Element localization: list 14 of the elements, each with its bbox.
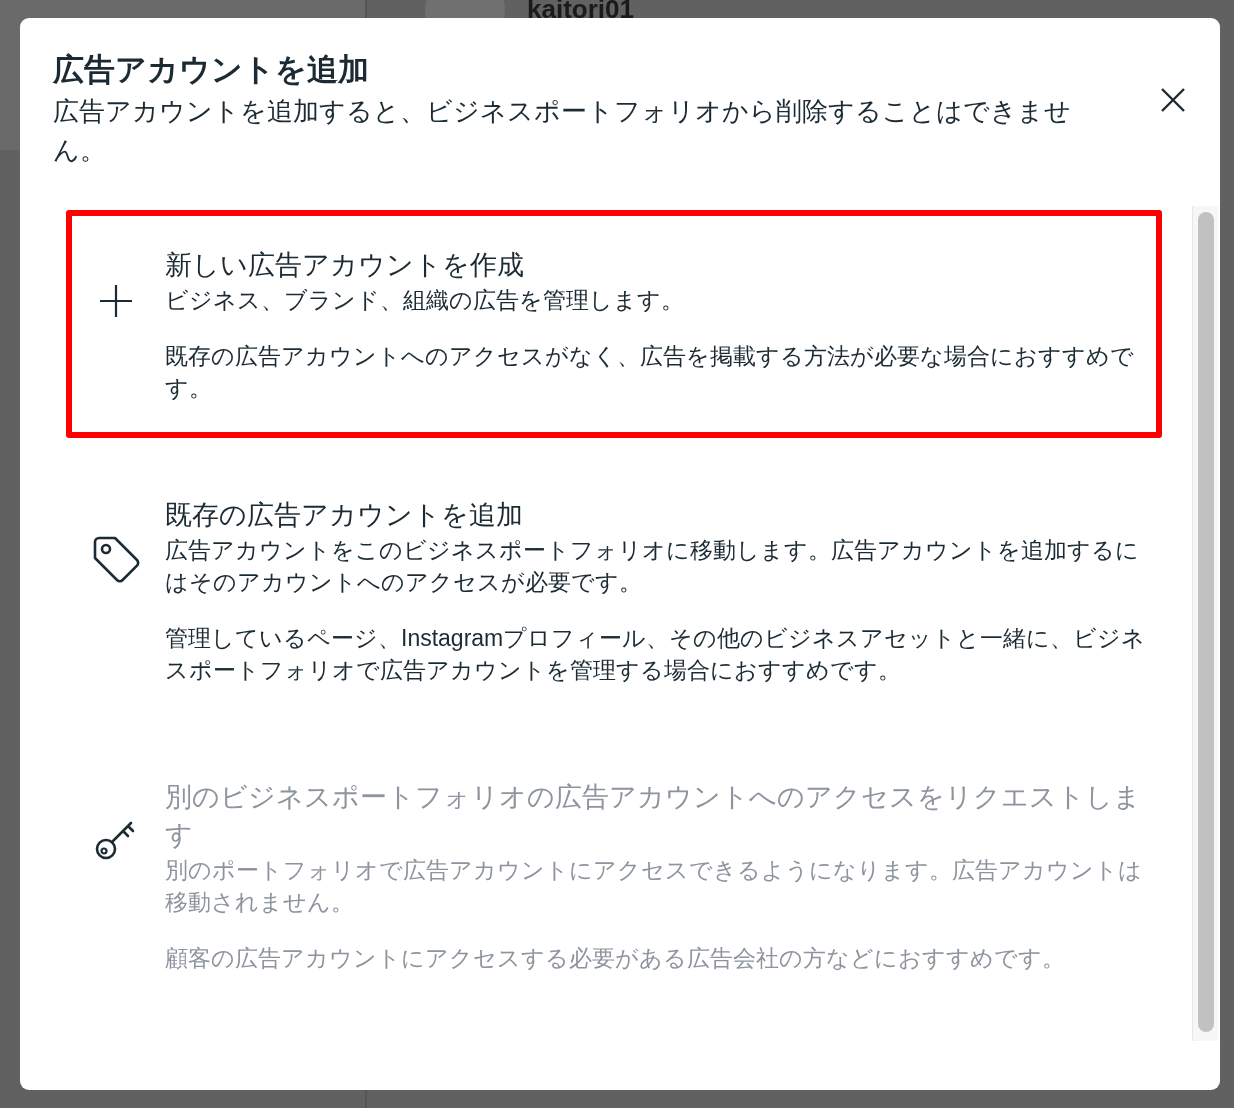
option-description: 別のポートフォリオで広告アカウントにアクセスできるようになります。広告アカウントは移動されません。 (165, 856, 1143, 917)
scrollbar[interactable] (1192, 206, 1218, 1041)
option-title[interactable]: 新しい広告アカウントを作成 (165, 246, 1150, 284)
close-button[interactable] (1159, 86, 1187, 114)
username: kaitori01 (527, 0, 634, 24)
option-title[interactable]: 既存の広告アカウントを追加 (165, 496, 1150, 534)
option-note: 管理しているページ、Instagramプロフィール、その他のビジネスアセットと一緒に、ビジネスポートフォリオで広告アカウントを管理する場合におすすめです。 (165, 624, 1147, 685)
plus-icon (98, 284, 133, 318)
option-note: 顧客の広告アカウントにアクセスする必要がある広告会社の方などにおすすめです。 (165, 944, 1066, 973)
option-description: 広告アカウントをこのビジネスポートフォリオに移動します。広告アカウントを追加するにはそのアカウントへのアクセスが必要です。 (165, 536, 1140, 597)
option-description: ビジネス、ブランド、組織の広告を管理します。 (165, 286, 685, 315)
option-note: 既存の広告アカウントへのアクセスがなく、広告を掲載する方法が必要な場合におすすめです。 (165, 342, 1135, 403)
dialog-subtitle: 広告アカウントを追加すると、ビジネスポートフォリオから削除することはできません。 (53, 95, 1072, 167)
dialog-title: 広告アカウントを追加 (53, 51, 370, 89)
